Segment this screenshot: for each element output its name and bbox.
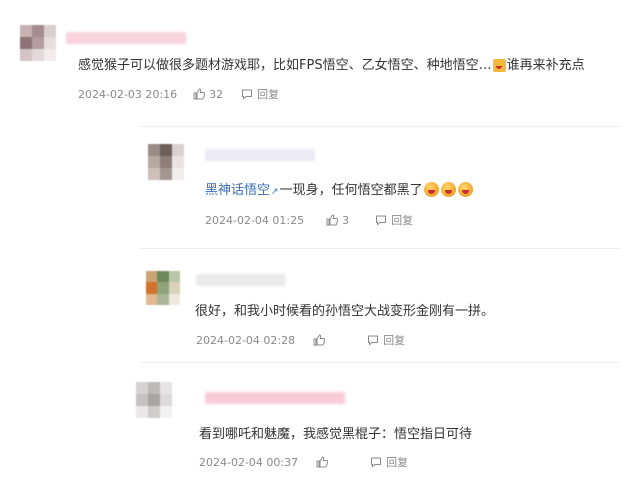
- like-button[interactable]: [316, 456, 332, 468]
- comment-date: 2024-02-04 00:37: [199, 455, 299, 469]
- divider: [140, 126, 620, 127]
- comment-text: 看到哪吒和魅魔，我感觉黑棍子：悟空指日可待: [199, 426, 472, 444]
- comment-text-body: 感觉猴子可以做很多题材游戏耶，比如FPS悟空、乙女悟空、种地悟空…: [78, 58, 492, 73]
- thumbs-up-icon: [316, 456, 329, 468]
- comment-4: 看到哪吒和魅魔，我感觉黑棍子：悟空指日可待 2024-02-04 00:37 回…: [0, 370, 640, 481]
- comment-meta: 2024-02-04 02:28 回复: [196, 332, 405, 348]
- divider: [140, 248, 620, 249]
- comment-meta: 2024-02-04 01:25 3 回复: [205, 212, 413, 228]
- divider: [140, 362, 620, 363]
- like-button[interactable]: 32: [193, 88, 223, 101]
- reply-label: 回复: [383, 334, 406, 347]
- username-blurred[interactable]: [205, 149, 315, 161]
- laughing-tears-emoji-icon: [457, 182, 473, 197]
- reply-button[interactable]: 回复: [241, 86, 279, 102]
- laughing-tears-emoji-icon: [440, 182, 456, 197]
- reply-bubble-icon: [371, 457, 382, 468]
- topic-label: 黑神话悟空: [205, 183, 271, 198]
- comment-date: 2024-02-03 20:16: [78, 87, 178, 101]
- like-button[interactable]: [313, 334, 329, 346]
- comment-text: 很好，和我小时候看的孙悟空大战变形金刚有一拼。: [195, 303, 494, 321]
- thumbs-up-icon: [193, 88, 206, 100]
- laughing-tears-emoji-icon: [423, 182, 439, 197]
- comment-2: 黑神话悟空↗一现身，任何悟空都黑了 2024-02-04 01:25 3 回复: [0, 130, 640, 240]
- like-button[interactable]: 3: [326, 214, 349, 227]
- comment-date: 2024-02-04 02:28: [196, 333, 296, 347]
- like-count: 3: [342, 213, 350, 227]
- comment-meta: 2024-02-03 20:16 32 回复: [78, 86, 279, 102]
- comment-text: 感觉猴子可以做很多题材游戏耶，比如FPS悟空、乙女悟空、种地悟空… 谁再来补充点: [78, 57, 585, 75]
- comment-3: 很好，和我小时候看的孙悟空大战变形金刚有一拼。 2024-02-04 02:28…: [0, 255, 640, 365]
- username-blurred[interactable]: [66, 32, 186, 44]
- comment-text-body: 一现身，任何悟空都黑了: [279, 183, 423, 198]
- username-blurred[interactable]: [205, 392, 345, 404]
- avatar[interactable]: [148, 144, 184, 180]
- comment-text-body: 看到哪吒和魅魔，我感觉黑棍子：悟空指日可待: [199, 427, 473, 442]
- avatar[interactable]: [146, 271, 180, 305]
- topic-link[interactable]: 黑神话悟空↗: [205, 183, 280, 198]
- avatar[interactable]: [136, 382, 172, 418]
- like-count: 32: [209, 87, 224, 101]
- reply-label: 回复: [391, 214, 414, 227]
- comment-text-body: 很好，和我小时候看的孙悟空大战变形金刚有一拼。: [195, 304, 495, 319]
- thumbs-up-icon: [313, 334, 326, 346]
- reply-bubble-icon: [242, 89, 253, 100]
- reply-button[interactable]: 回复: [375, 212, 413, 228]
- comment-meta: 2024-02-04 00:37 回复: [199, 454, 408, 470]
- comment-date: 2024-02-04 01:25: [205, 213, 305, 227]
- reply-bubble-icon: [376, 215, 387, 226]
- reply-label: 回复: [386, 456, 409, 469]
- username-blurred[interactable]: [196, 274, 286, 286]
- comment-text-tail: 谁再来补充点: [506, 58, 585, 73]
- link-icon: ↗: [271, 187, 279, 197]
- smiling-cat-emoji-icon: [492, 59, 506, 72]
- reply-button[interactable]: 回复: [370, 454, 408, 470]
- avatar[interactable]: [20, 25, 56, 61]
- reply-label: 回复: [257, 88, 280, 101]
- thumbs-up-icon: [326, 214, 339, 226]
- reply-button[interactable]: 回复: [367, 332, 405, 348]
- reply-bubble-icon: [368, 335, 379, 346]
- comment-1: 感觉猴子可以做很多题材游戏耶，比如FPS悟空、乙女悟空、种地悟空… 谁再来补充点 …: [0, 0, 640, 110]
- comment-text: 黑神话悟空↗一现身，任何悟空都黑了: [205, 182, 474, 201]
